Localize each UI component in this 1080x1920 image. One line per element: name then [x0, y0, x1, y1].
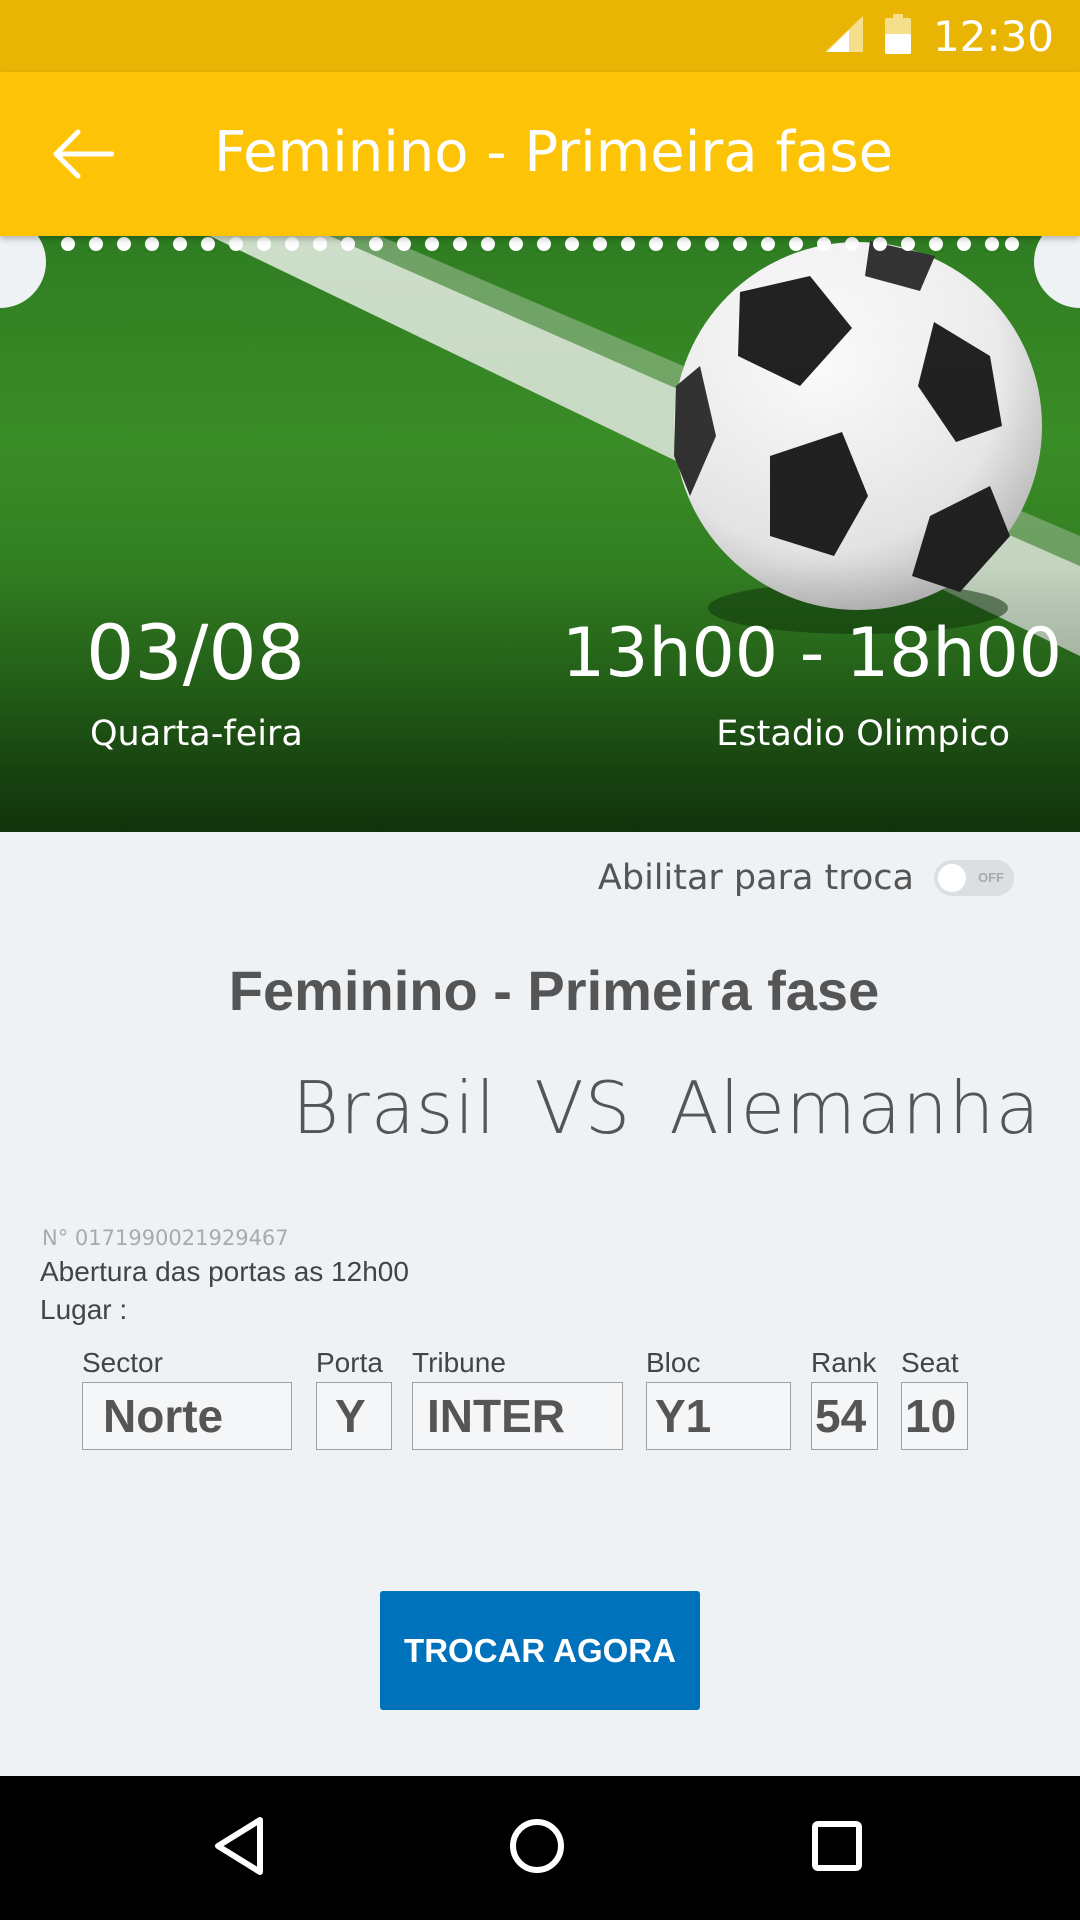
field-value: Y [316, 1382, 392, 1450]
field-label: Sector [82, 1347, 163, 1378]
field-value: Norte [82, 1382, 292, 1450]
field-label: Tribune [412, 1347, 506, 1378]
field-label: Bloc [646, 1347, 701, 1378]
battery-icon [884, 13, 911, 59]
team-away: Alemanha [669, 1066, 1041, 1150]
seat-field-seat: Seat 10 [901, 1346, 968, 1450]
field-label: Porta [316, 1347, 383, 1378]
versus-label: VS [534, 1066, 632, 1150]
ticket-number: N° 0171990021929467 [42, 1226, 289, 1250]
event-venue: Estadio Olimpico [716, 714, 1010, 754]
triangle-back-icon [212, 1816, 268, 1881]
seat-field-porta: Porta Y [316, 1346, 392, 1450]
status-bar: 12:30 [0, 0, 1080, 72]
back-button[interactable] [38, 112, 126, 200]
circle-home-icon [508, 1817, 566, 1880]
app-bar-title: Feminino - Primeira fase [214, 120, 894, 185]
field-label: Rank [811, 1347, 877, 1378]
event-time: 13h00 - 18h00 [561, 614, 1062, 693]
event-date: 03/08 [86, 608, 306, 697]
exchange-toggle[interactable]: OFF [934, 860, 1014, 896]
field-value: INTER [412, 1382, 623, 1450]
seat-field-sector: Sector Norte [82, 1346, 292, 1450]
nav-back-button[interactable] [200, 1808, 280, 1888]
exchange-toggle-label: Abilitar para troca [597, 858, 914, 898]
field-value: 10 [901, 1382, 968, 1450]
nav-recents-button[interactable] [797, 1808, 877, 1888]
status-time: 12:30 [932, 11, 1054, 61]
arrow-left-icon [50, 128, 115, 185]
system-nav-bar [0, 1776, 1080, 1920]
team-home: Brasil [292, 1066, 497, 1150]
match-teams: Brasil VS Alemanha [292, 1066, 1041, 1150]
event-weekday: Quarta-feira [90, 714, 303, 754]
doors-open-text: Abertura das portas as 12h00 [40, 1256, 409, 1287]
seat-field-rank: Rank 54 [811, 1346, 878, 1450]
toggle-state: OFF [978, 870, 1004, 885]
signal-icon [824, 15, 863, 57]
field-label: Seat [901, 1347, 959, 1378]
nav-home-button[interactable] [497, 1808, 577, 1888]
event-title: Feminino - Primeira fase [228, 959, 880, 1022]
field-value: 54 [811, 1382, 878, 1450]
toggle-knob [938, 864, 966, 892]
square-recents-icon [811, 1820, 863, 1877]
ticket-hero: 03/08 Quarta-feira 13h00 - 18h00 Estadio… [0, 236, 1080, 832]
status-icons: 12:30 [824, 10, 1054, 62]
place-label: Lugar : [40, 1294, 128, 1325]
exchange-now-button[interactable]: TROCAR AGORA [380, 1591, 700, 1710]
seat-field-bloc: Bloc Y1 [646, 1346, 791, 1450]
seat-field-tribune: Tribune INTER [412, 1346, 623, 1450]
exchange-toggle-row: Abilitar para troca OFF [598, 858, 1014, 898]
app-bar: Feminino - Primeira fase [0, 72, 1080, 236]
field-value: Y1 [646, 1382, 791, 1450]
